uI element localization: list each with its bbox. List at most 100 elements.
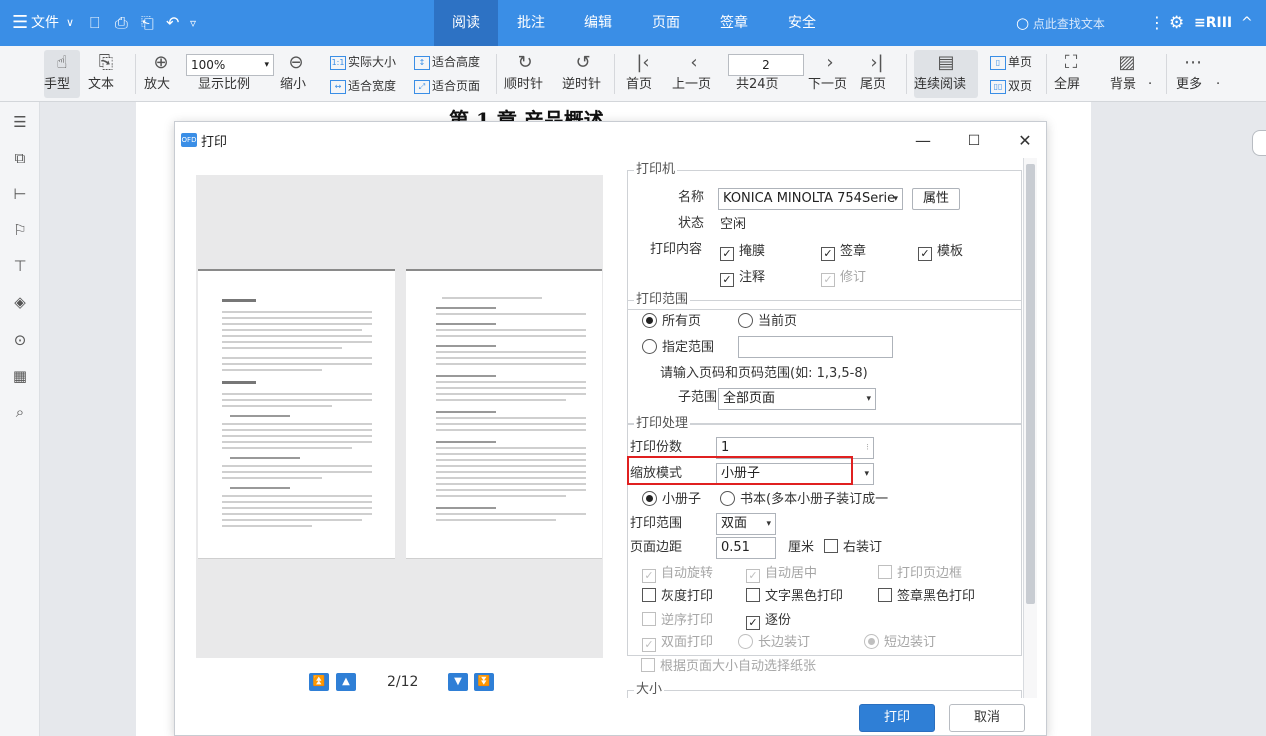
preview-next-page-button[interactable]: ▼ [448,673,468,691]
printer-name-select[interactable]: KONICA MINOLTA 754Serie ▾ [718,188,903,210]
preview-first-page-button[interactable]: ⏫ [309,673,329,691]
properties-button[interactable]: 属性 [912,188,960,210]
continuous-read-button[interactable]: ▤ 连续阅读 [914,50,978,98]
hand-tool-button[interactable]: ☝ 手型 [44,50,80,98]
fit-page-button[interactable]: ⤢ 适合页面 [414,76,480,96]
collapse-icon[interactable]: ^ [1241,0,1253,46]
rotate-ccw-button[interactable]: ↺ 逆时针 [562,50,604,92]
preview-line [222,513,372,515]
thumbnail-image-icon[interactable]: ⧉ [8,146,32,170]
table-icon[interactable]: ▦ [8,364,32,388]
grayscale-checkbox[interactable]: 灰度打印 [642,587,713,607]
page-input[interactable]: 2 [728,54,804,76]
template-checkbox[interactable]: ✓ 模板 [918,242,963,262]
right-binding-checkbox[interactable]: 右装订 [824,538,882,558]
tab-read[interactable]: 阅读 [434,0,498,46]
tab-security[interactable]: 安全 [776,0,828,46]
range-input[interactable] [738,336,893,358]
gear-icon[interactable]: ⚙ [1169,0,1184,46]
book-radio[interactable]: 书本(多本小册子装订成一 [720,490,888,510]
zoom-in-button[interactable]: ⊕ 放大 [144,50,178,92]
preview-last-page-button[interactable]: ⏬ [474,673,494,691]
close-button[interactable]: ✕ [1010,128,1040,154]
chevron-down-icon: ▾ [866,394,871,404]
more-button[interactable]: ⋯ 更多 [1176,50,1210,92]
cancel-button[interactable]: 取消 [949,704,1025,732]
minimize-button[interactable]: — [908,128,938,154]
tab-annotate[interactable]: 批注 [505,0,557,46]
text-black-checkbox[interactable]: 文字黑色打印 [746,587,843,607]
seal-checkbox[interactable]: ✓ 签章 [821,242,866,262]
mask-checkbox[interactable]: ✓ 掩膜 [720,242,765,262]
attachment-icon[interactable]: ⌕ [8,400,32,424]
current-page-radio[interactable]: 当前页 [738,312,797,332]
annotation-checkbox[interactable]: ✓ 注释 [720,268,765,288]
printer-status-label: 状态 [678,216,705,231]
bookmark-icon[interactable]: ⚐ [8,218,32,242]
first-page-icon: |‹ [636,52,650,73]
undo-icon[interactable]: ↶ [166,12,179,34]
seal-label: 签章 [840,244,867,259]
auto-rotate-checkbox[interactable]: ✓ 自动旋转 [642,564,713,584]
print-range-select[interactable]: 双面 ▾ [716,513,776,535]
maximize-button[interactable]: ☐ [959,128,989,154]
signature-circle-icon[interactable]: ⊙ [8,328,32,352]
fullscreen-button[interactable]: ⛶ 全屏 [1054,50,1088,92]
fit-height-button[interactable]: ↕ 适合高度 [414,52,480,72]
tab-edit[interactable]: 编辑 [572,0,624,46]
double-page-button[interactable]: ▯▯ 双页 [990,76,1032,96]
tab-signature[interactable]: 签章 [708,0,760,46]
auto-paper-checkbox[interactable]: 根据页面大小自动选择纸张 [641,657,816,677]
prev-page-button[interactable]: ‹ 上一页 [672,50,716,92]
tab-page[interactable]: 页面 [640,0,692,46]
next-page-button[interactable]: › 下一页 [808,50,852,92]
auto-center-checkbox[interactable]: ✓ 自动居中 [746,564,817,584]
checkbox-icon: ✓ [720,247,734,261]
file-menu[interactable]: 文件 [31,0,59,46]
actual-size-button[interactable]: 1:1 实际大小 [330,52,396,72]
single-page-button[interactable]: ▯ 单页 [990,52,1032,72]
all-pages-radio[interactable]: 所有页 [642,312,701,332]
specified-range-radio[interactable]: 指定范围 [642,338,714,358]
dropdown-icon[interactable]: ▿ [190,12,196,34]
menu-lines-icon[interactable]: ☰ [12,0,28,46]
new-icon[interactable]: ⎕ [90,12,100,34]
layers-icon[interactable]: ◈ [8,290,32,314]
print-border-checkbox[interactable]: 打印页边框 [878,564,962,584]
preview-prev-page-button[interactable]: ▲ [336,673,356,691]
seal-black-checkbox[interactable]: 签章黑色打印 [878,587,975,607]
short-edge-radio[interactable]: 短边装订 [864,633,936,653]
booklet-radio[interactable]: 小册子 [642,490,701,510]
text-tool-button[interactable]: ⎘ 文本 [88,50,124,92]
reverse-checkbox[interactable]: 逆序打印 [642,611,713,631]
search-box[interactable]: ○ 点此查找文本 [1016,0,1105,46]
zoom-select[interactable]: 100% ▾ [186,54,274,76]
subset-select[interactable]: 全部页面 ▾ [718,388,876,410]
first-page-button[interactable]: |‹ 首页 [626,50,660,92]
scrollbar-thumb[interactable] [1026,164,1035,604]
long-edge-radio[interactable]: 长边装订 [738,633,810,653]
last-page-button[interactable]: ›| 尾页 [860,50,894,92]
background-button[interactable]: ▨ 背景 [1110,50,1144,92]
zoom-out-button[interactable]: ⊖ 缩小 [280,50,312,92]
continuous-read-icon: ▤ [937,52,955,73]
preview-line [436,513,586,515]
settings-scrollbar[interactable] [1023,158,1037,698]
structure-tree-icon[interactable]: ⊢ [8,182,32,206]
revision-checkbox[interactable]: ✓ 修订 [821,268,866,288]
margin-input[interactable]: 0.51 [716,537,776,559]
printer-group: 打印机 名称 KONICA MINOLTA 754Serie ▾ 属性 状态 空… [627,162,1022,310]
fit-width-button[interactable]: ↔ 适合宽度 [330,76,396,96]
collate-checkbox[interactable]: ✓ 逐份 [746,611,791,631]
save-icon[interactable]: ⎙ [115,12,128,34]
print-icon[interactable]: ⎗ [141,12,154,34]
text-box-icon[interactable]: ⊤ [8,254,32,278]
side-handle[interactable] [1252,130,1266,156]
outline-list-icon[interactable]: ☰ [8,110,32,134]
chevron-down-icon[interactable]: ∨ [66,0,74,46]
radio-icon [738,634,753,649]
more-vertical-icon[interactable]: ⋮ [1149,0,1165,46]
duplex-checkbox[interactable]: ✓ 双面打印 [642,633,713,653]
print-button[interactable]: 打印 [859,704,935,732]
rotate-cw-button[interactable]: ↻ 顺时针 [504,50,546,92]
